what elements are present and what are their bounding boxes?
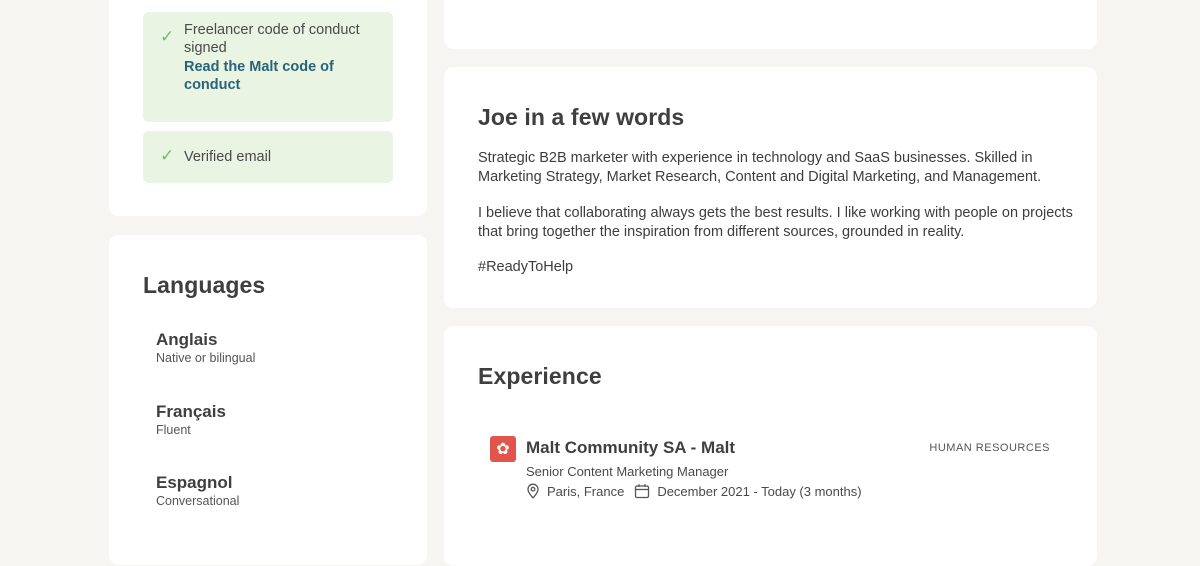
verified-email-text: Verified email — [184, 149, 272, 165]
code-of-conduct-text: Freelancer code of conduct signed — [184, 22, 360, 56]
malt-logo-icon: ✿ — [490, 436, 516, 462]
experience-role: Senior Content Marketing Manager — [526, 464, 729, 479]
check-icon: ✓ — [160, 27, 175, 46]
location-pin-icon — [527, 483, 539, 499]
about-card: Joe in a few words Strategic B2B markete… — [444, 67, 1097, 308]
verified-email-badge: ✓ Verified email — [143, 131, 393, 183]
language-level: Native or bilingual — [156, 351, 256, 365]
language-name: Français — [156, 402, 226, 421]
about-paragraph: I believe that collaborating always gets… — [478, 205, 1073, 240]
about-title: Joe in a few words — [478, 104, 685, 130]
code-of-conduct-link[interactable]: Read the Malt code of conduct — [184, 58, 384, 94]
about-paragraph: Strategic B2B marketer with experience i… — [478, 150, 1042, 185]
calendar-icon — [635, 484, 650, 499]
experience-meta: Paris, France December 2021 - Today (3 m… — [526, 483, 862, 499]
about-hashtag: #ReadyToHelp — [478, 259, 574, 275]
language-name: Anglais — [156, 330, 218, 349]
language-level: Fluent — [156, 423, 191, 437]
experience-card: Experience ✿ Malt Community SA - Malt HU… — [444, 326, 1097, 566]
experience-company[interactable]: Malt Community SA - Malt — [526, 438, 735, 458]
languages-title: Languages — [143, 272, 266, 298]
language-name: Espagnol — [156, 473, 233, 492]
experience-location: Paris, France — [547, 483, 625, 499]
verification-card: ✓ Freelancer code of conduct signed Read… — [109, 0, 427, 216]
code-of-conduct-badge: ✓ Freelancer code of conduct signed Read… — [143, 12, 393, 122]
experience-category: HUMAN RESOURCES — [929, 442, 1050, 454]
experience-dates: December 2021 - Today (3 months) — [657, 483, 862, 499]
profile-top-card — [444, 0, 1097, 49]
experience-title: Experience — [478, 363, 602, 389]
language-level: Conversational — [156, 494, 240, 508]
check-icon: ✓ — [160, 146, 175, 165]
languages-card: Languages Anglais Native or bilingual Fr… — [109, 235, 427, 565]
